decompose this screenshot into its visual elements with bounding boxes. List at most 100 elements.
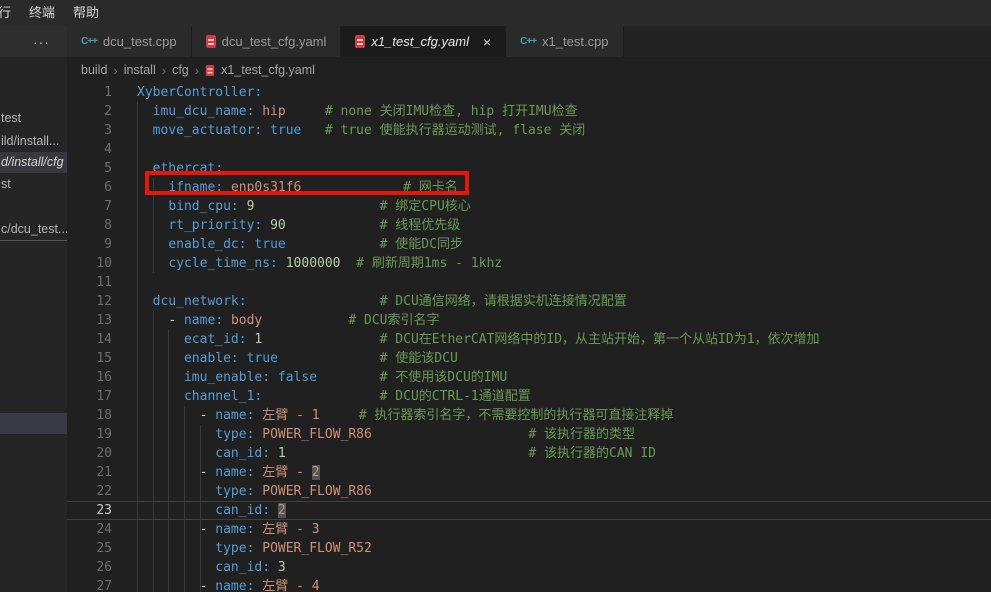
line-number[interactable]: 17	[67, 387, 112, 406]
code-editor[interactable]: 1 XyberController: 2 imu_dcu_name: hip # n…	[67, 83, 991, 592]
line-number[interactable]: 13	[67, 311, 112, 330]
sidebar-header: ···	[0, 26, 67, 57]
line-number[interactable]: 5	[67, 159, 112, 178]
code-text: channel_1: # DCU的CTRL-1通道配置	[137, 389, 531, 404]
code-line[interactable]: 16 imu_enable: false # 不使用该DCU的IMU	[67, 368, 991, 387]
yaml-file-icon	[206, 64, 215, 75]
code-line[interactable]: 17 channel_1: # DCU的CTRL-1通道配置	[67, 387, 991, 406]
code-text: imu_enable: false # 不使用该DCU的IMU	[137, 370, 507, 385]
code-text: enable: true # 使能该DCU	[137, 351, 458, 366]
line-number[interactable]: 9	[67, 235, 112, 254]
tree-item[interactable]: ild/install...	[0, 131, 67, 152]
sidebar: ··· test ild/install... d/install/cfg st…	[0, 26, 67, 592]
tree-item[interactable]: test	[0, 108, 67, 129]
line-number[interactable]: 6	[67, 178, 112, 197]
code-line[interactable]: 3 move_actuator: true # true 使能执行器运动测试, …	[67, 121, 991, 140]
line-number[interactable]: 16	[67, 368, 112, 387]
line-number[interactable]: 27	[67, 577, 112, 592]
breadcrumb: build › install › cfg › x1_test_cfg.yaml	[67, 57, 991, 83]
code-line[interactable]: 23 can_id: 2	[67, 501, 991, 520]
close-icon[interactable]: ×	[483, 35, 491, 49]
code-text: ecat_id: 1 # DCU在EtherCAT网络中的ID，从主站开始，第一…	[137, 332, 820, 347]
code-text: can_id: 2	[137, 503, 286, 518]
code-line[interactable]: 5 ethercat:	[67, 159, 991, 178]
tab-dcu-test-cpp[interactable]: C++ dcu_test.cpp	[67, 26, 192, 57]
breadcrumb-item[interactable]: install	[124, 63, 156, 77]
line-number[interactable]: 26	[67, 558, 112, 577]
code-line[interactable]: 1 XyberController:	[67, 83, 991, 102]
line-number[interactable]: 7	[67, 197, 112, 216]
code-text: - name: 左臂 - 1 # 执行器索引名字，不需要控制的执行器可直接注释掉	[137, 408, 673, 423]
line-number[interactable]: 24	[67, 520, 112, 539]
tab-bar-empty-space	[624, 26, 991, 57]
code-line[interactable]: 8 rt_priority: 90 # 线程优先级	[67, 216, 991, 235]
more-actions-icon[interactable]: ···	[33, 28, 50, 56]
code-line[interactable]: 20 can_id: 1 # 该执行器的CAN ID	[67, 444, 991, 463]
line-number[interactable]: 1	[67, 83, 112, 102]
breadcrumb-item[interactable]: build	[81, 63, 107, 77]
code-text: - name: 左臂 - 4	[137, 579, 320, 592]
breadcrumb-file[interactable]: x1_test_cfg.yaml	[221, 63, 315, 77]
line-number[interactable]: 2	[67, 102, 112, 121]
code-text: XyberController:	[137, 85, 262, 100]
code-line[interactable]: 19 type: POWER_FLOW_R86 # 该执行器的类型	[67, 425, 991, 444]
line-number[interactable]: 25	[67, 539, 112, 558]
line-number[interactable]: 14	[67, 330, 112, 349]
line-number[interactable]: 22	[67, 482, 112, 501]
line-number[interactable]: 21	[67, 463, 112, 482]
line-number[interactable]: 11	[67, 273, 112, 292]
code-line[interactable]: 22 type: POWER_FLOW_R86	[67, 482, 991, 501]
tab-bar: C++ dcu_test.cpp dcu_test_cfg.yaml x1_te…	[67, 26, 991, 57]
code-text: cycle_time_ns: 1000000 # 刷新周期1ms - 1khz	[137, 256, 502, 271]
code-line[interactable]: 6 ifname: enp0s31f6 # 网卡名	[67, 178, 991, 197]
line-number[interactable]: 15	[67, 349, 112, 368]
line-number[interactable]: 3	[67, 121, 112, 140]
code-text: ethercat:	[137, 161, 223, 176]
code-line[interactable]: 25 type: POWER_FLOW_R52	[67, 539, 991, 558]
tree-selection-bar	[0, 413, 67, 434]
menu-item-run[interactable]: 行	[0, 0, 20, 26]
code-line[interactable]: 10 cycle_time_ns: 1000000 # 刷新周期1ms - 1k…	[67, 254, 991, 273]
code-line[interactable]: 13 - name: body # DCU索引名字	[67, 311, 991, 330]
tab-label: x1_test.cpp	[542, 34, 609, 49]
code-line[interactable]: 11	[67, 273, 991, 292]
code-line[interactable]: 21 - name: 左臂 - 2	[67, 463, 991, 482]
code-text: can_id: 3	[137, 560, 286, 575]
menu-item-help[interactable]: 帮助	[64, 0, 108, 26]
tab-dcu-test-cfg-yaml[interactable]: dcu_test_cfg.yaml	[192, 26, 342, 57]
yaml-file-icon	[355, 35, 365, 48]
code-text: rt_priority: 90 # 线程优先级	[137, 218, 460, 233]
code-line[interactable]: 7 bind_cpu: 9 # 绑定CPU核心	[67, 197, 991, 216]
line-number[interactable]: 10	[67, 254, 112, 273]
line-number[interactable]: 4	[67, 140, 112, 159]
vscode-window: 行 终端 帮助 ··· test ild/install... d/instal…	[0, 0, 991, 592]
line-number[interactable]: 12	[67, 292, 112, 311]
tab-x1-test-cfg-yaml[interactable]: x1_test_cfg.yaml ×	[341, 26, 506, 57]
code-text: dcu_network: # DCU通信网络，请根据实机连接情况配置	[137, 294, 627, 309]
line-number[interactable]: 20	[67, 444, 112, 463]
tree-item-selected[interactable]: d/install/cfg	[0, 152, 67, 173]
tab-x1-test-cpp[interactable]: C++ x1_test.cpp	[506, 26, 623, 57]
yaml-file-icon	[206, 35, 216, 48]
menu-item-terminal[interactable]: 终端	[20, 0, 64, 26]
code-line[interactable]: 12 dcu_network: # DCU通信网络，请根据实机连接情况配置	[67, 292, 991, 311]
line-number[interactable]: 8	[67, 216, 112, 235]
code-line[interactable]: 15 enable: true # 使能该DCU	[67, 349, 991, 368]
code-line[interactable]: 26 can_id: 3	[67, 558, 991, 577]
line-number[interactable]: 19	[67, 425, 112, 444]
code-line[interactable]: 27 - name: 左臂 - 4	[67, 577, 991, 592]
line-number[interactable]: 18	[67, 406, 112, 425]
code-line[interactable]: 9 enable_dc: true # 使能DC同步	[67, 235, 991, 254]
tree-item[interactable]: st	[0, 174, 67, 195]
breadcrumb-item[interactable]: cfg	[172, 63, 189, 77]
code-text: move_actuator: true # true 使能执行器运动测试, fl…	[137, 123, 585, 138]
code-line[interactable]: 18 - name: 左臂 - 1 # 执行器索引名字，不需要控制的执行器可直接…	[67, 406, 991, 425]
code-line[interactable]: 24 - name: 左臂 - 3	[67, 520, 991, 539]
code-line[interactable]: 2 imu_dcu_name: hip # none 关闭IMU检查, hip …	[67, 102, 991, 121]
chevron-right-icon: ›	[195, 63, 199, 78]
code-line[interactable]: 14 ecat_id: 1 # DCU在EtherCAT网络中的ID，从主站开始…	[67, 330, 991, 349]
line-number[interactable]: 23	[67, 501, 112, 520]
code-text: ifname: enp0s31f6 # 网卡名	[137, 180, 458, 195]
code-line[interactable]: 4	[67, 140, 991, 159]
tree-item[interactable]: c/dcu_test...	[0, 219, 67, 241]
